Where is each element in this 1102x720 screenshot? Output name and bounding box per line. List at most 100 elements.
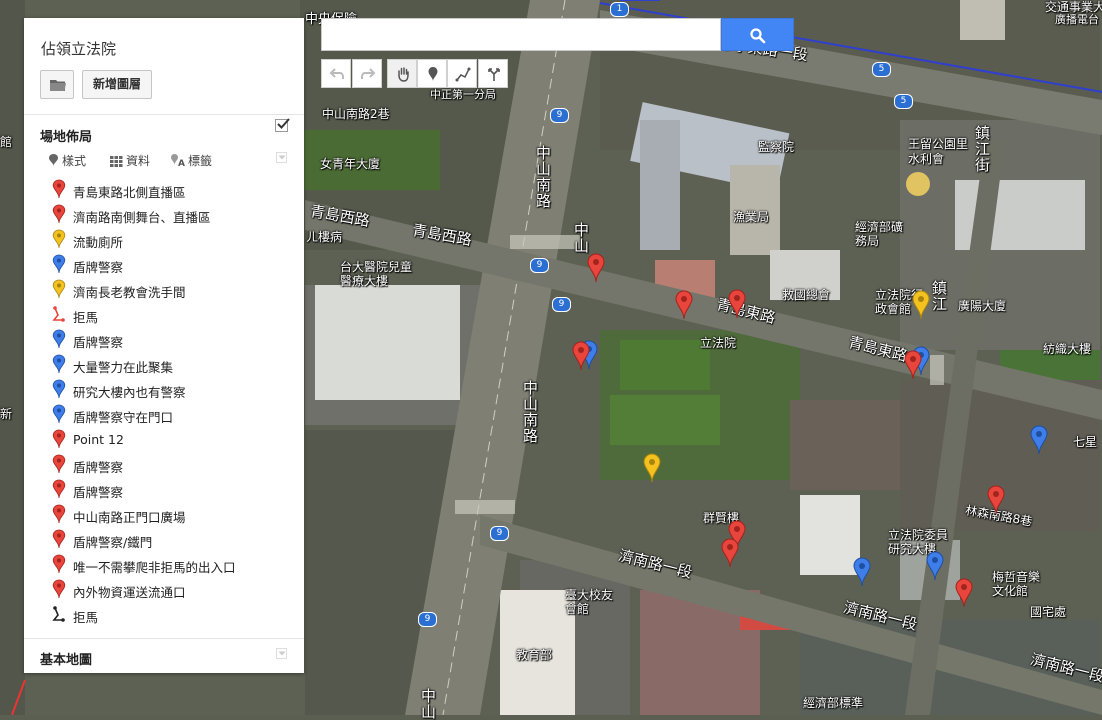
feature-label: 青島東路北側直播區 bbox=[73, 185, 186, 200]
map-title[interactable]: 佔領立法院 bbox=[41, 38, 116, 59]
feature-label: Point 12 bbox=[73, 432, 124, 447]
map-marker-red[interactable] bbox=[721, 538, 739, 568]
marker-icon bbox=[52, 229, 66, 249]
pan-tool-button[interactable] bbox=[387, 59, 417, 88]
map-marker-red[interactable] bbox=[955, 578, 973, 608]
map-label: 中正第一分局 bbox=[430, 88, 496, 101]
map-label: 鎮江 bbox=[930, 280, 948, 312]
layers-panel: 佔領立法院 新增圖層 場地佈局 樣式 資料 A 標籤 青島東路北側直播區濟南路南側… bbox=[24, 18, 304, 673]
marker-icon bbox=[52, 404, 66, 424]
line-icon bbox=[52, 306, 65, 322]
marker-icon bbox=[52, 554, 66, 574]
style-marker-icon bbox=[49, 154, 58, 166]
layer-options-dropdown[interactable] bbox=[276, 152, 287, 163]
feature-item[interactable]: 盾牌警察 bbox=[52, 253, 292, 278]
feature-label: 中山南路正門口廣場 bbox=[73, 510, 186, 525]
feature-label: 流動廁所 bbox=[73, 235, 124, 250]
map-marker-blue[interactable] bbox=[1030, 425, 1048, 455]
basemap-options-dropdown[interactable] bbox=[276, 648, 287, 659]
marker-icon bbox=[428, 67, 438, 81]
svg-text:A: A bbox=[178, 159, 185, 167]
directions-button[interactable] bbox=[478, 59, 508, 88]
feature-item[interactable]: 盾牌警察 bbox=[52, 478, 292, 503]
feature-item[interactable]: 內外物資運送流通口 bbox=[52, 578, 292, 603]
map-marker-red[interactable] bbox=[728, 289, 746, 319]
map-marker-yellow[interactable] bbox=[643, 453, 661, 483]
feature-item[interactable]: 流動廁所 bbox=[52, 228, 292, 253]
map-marker-yellow[interactable] bbox=[912, 290, 930, 320]
basemap-title[interactable]: 基本地圖 bbox=[40, 649, 92, 668]
marker-icon bbox=[52, 179, 66, 199]
feature-item[interactable]: 濟南長老教會洗手間 bbox=[52, 278, 292, 303]
route-shield: 9 bbox=[530, 258, 549, 273]
map-marker-red[interactable] bbox=[572, 341, 590, 371]
map-label: 教育部 bbox=[516, 648, 553, 662]
undo-button[interactable] bbox=[321, 59, 351, 88]
feature-item[interactable]: 拒馬 bbox=[52, 303, 292, 328]
map-label: 臺大校友會館 bbox=[565, 588, 614, 616]
map-label: 新 bbox=[0, 407, 13, 421]
map-marker-red[interactable] bbox=[987, 485, 1005, 515]
map-marker-blue[interactable] bbox=[853, 557, 871, 587]
route-shield: 9 bbox=[490, 526, 509, 541]
map-label: 經濟部礦務局 bbox=[855, 220, 904, 248]
feature-item[interactable]: 盾牌警察 bbox=[52, 453, 292, 478]
search-button[interactable] bbox=[721, 18, 794, 51]
labels-tool[interactable]: A 標籤 bbox=[170, 152, 212, 169]
feature-item[interactable]: 中山南路正門口廣場 bbox=[52, 503, 292, 528]
marker-icon bbox=[52, 379, 66, 399]
feature-item[interactable]: 研究大樓內也有警察 bbox=[52, 378, 292, 403]
map-marker-red[interactable] bbox=[904, 350, 922, 380]
draw-line-button[interactable] bbox=[447, 59, 477, 88]
route-shield: 5 bbox=[894, 94, 913, 109]
map-label: 監察院 bbox=[758, 140, 795, 154]
feature-item[interactable]: 盾牌警察守在門口 bbox=[52, 403, 292, 428]
marker-icon bbox=[52, 204, 66, 224]
feature-label: 盾牌警察 bbox=[73, 260, 124, 275]
style-tool[interactable]: 樣式 bbox=[48, 152, 86, 169]
open-folder-button[interactable] bbox=[40, 70, 74, 99]
feature-item[interactable]: 唯一不需攀爬非拒馬的出入口 bbox=[52, 553, 292, 578]
add-marker-button[interactable] bbox=[417, 59, 447, 88]
map-marker-red[interactable] bbox=[587, 253, 605, 283]
feature-item[interactable]: 拒馬 bbox=[52, 603, 292, 628]
marker-icon bbox=[52, 479, 66, 499]
layer-title[interactable]: 場地佈局 bbox=[40, 126, 92, 145]
feature-item[interactable]: 盾牌警察/鐵門 bbox=[52, 528, 292, 553]
feature-item[interactable]: 青島東路北側直播區 bbox=[52, 178, 292, 203]
redo-button[interactable] bbox=[352, 59, 382, 88]
marker-icon bbox=[52, 329, 66, 349]
route-shield: 9 bbox=[550, 108, 569, 123]
search-input[interactable] bbox=[321, 18, 721, 51]
marker-icon bbox=[52, 504, 66, 524]
feature-label: 研究大樓內也有警察 bbox=[73, 385, 186, 400]
feature-label: 盾牌警察守在門口 bbox=[73, 410, 174, 425]
map-label: 漁業局 bbox=[733, 210, 770, 224]
data-tool[interactable]: 資料 bbox=[110, 152, 150, 169]
map-marker-blue[interactable] bbox=[926, 551, 944, 581]
map-label: 廣陽大廈 bbox=[958, 299, 1007, 313]
feature-item[interactable]: 濟南路南側舞台、直播區 bbox=[52, 203, 292, 228]
feature-label: 濟南路南側舞台、直播區 bbox=[73, 210, 211, 225]
route-shield: 5 bbox=[872, 62, 891, 77]
marker-icon bbox=[52, 454, 66, 474]
map-label: 七星 bbox=[1073, 435, 1098, 449]
chevron-down-icon bbox=[278, 651, 286, 656]
layer-visibility-checkbox[interactable] bbox=[275, 118, 290, 132]
style-tool-label: 樣式 bbox=[62, 154, 87, 168]
feature-item[interactable]: Point 12 bbox=[52, 428, 292, 453]
marker-icon bbox=[52, 579, 66, 599]
feature-item[interactable]: 大量警力在此聚集 bbox=[52, 353, 292, 378]
map-label: 台大醫院兒童醫療大樓 bbox=[340, 260, 413, 288]
labels-tool-label: 標籤 bbox=[188, 154, 213, 168]
map-label: 國宅處 bbox=[1030, 605, 1067, 619]
map-label: 梅哲音樂文化館 bbox=[992, 570, 1041, 598]
map-label: 立法院 bbox=[700, 336, 737, 350]
feature-label: 拒馬 bbox=[73, 610, 99, 625]
map-marker-red[interactable] bbox=[675, 290, 693, 320]
feature-item[interactable]: 盾牌警察 bbox=[52, 328, 292, 353]
add-layer-button[interactable]: 新增圖層 bbox=[82, 70, 153, 99]
divider bbox=[24, 638, 304, 639]
route-shield: 1 bbox=[610, 2, 629, 17]
marker-icon bbox=[52, 529, 66, 549]
